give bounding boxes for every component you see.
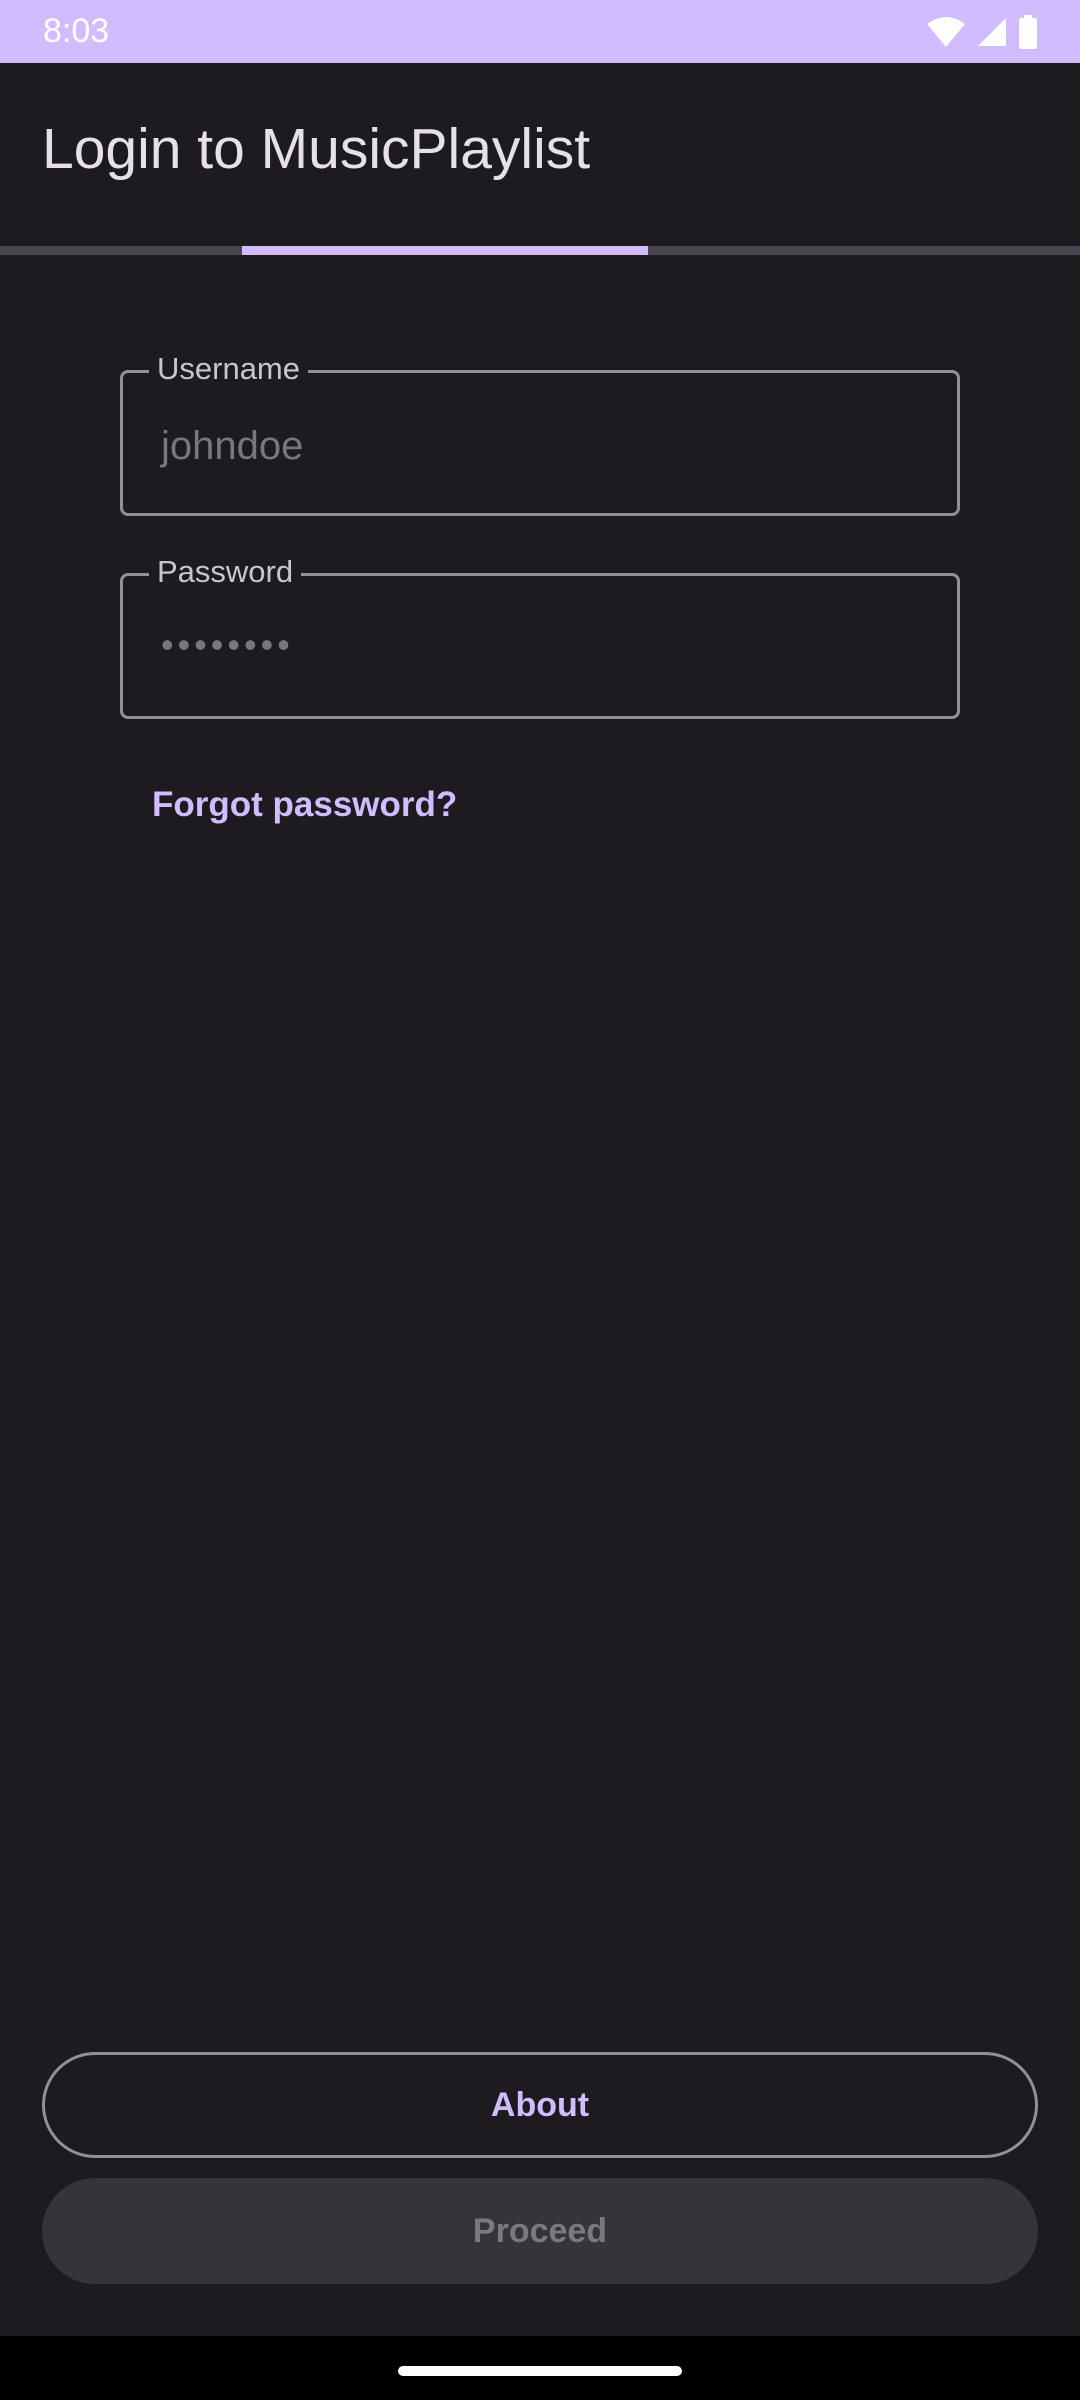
login-progress-bar — [0, 246, 1080, 255]
home-gesture-handle[interactable] — [398, 2366, 682, 2376]
password-label: Password — [149, 550, 302, 594]
page-title: Login to MusicPlaylist — [42, 117, 591, 181]
username-input[interactable]: johndoe — [161, 421, 303, 471]
battery-icon — [1018, 15, 1038, 49]
status-bar: 8:03 — [0, 0, 1080, 63]
proceed-button[interactable]: Proceed — [42, 2178, 1038, 2284]
navigation-bar — [0, 2336, 1080, 2400]
status-icons — [926, 14, 1038, 50]
wifi-icon — [926, 16, 966, 48]
password-input[interactable]: •••••••• — [161, 620, 294, 670]
signal-icon — [976, 16, 1008, 48]
top-app-bar: Login to MusicPlaylist — [0, 63, 1080, 248]
username-label: Username — [149, 347, 308, 391]
about-button[interactable]: About — [42, 2052, 1038, 2158]
forgot-password-link[interactable]: Forgot password? — [152, 782, 457, 828]
progress-indicator — [241, 246, 648, 255]
username-field[interactable]: Username johndoe — [120, 347, 960, 516]
status-time: 8:03 — [43, 12, 110, 50]
password-field[interactable]: Password •••••••• — [120, 550, 960, 719]
